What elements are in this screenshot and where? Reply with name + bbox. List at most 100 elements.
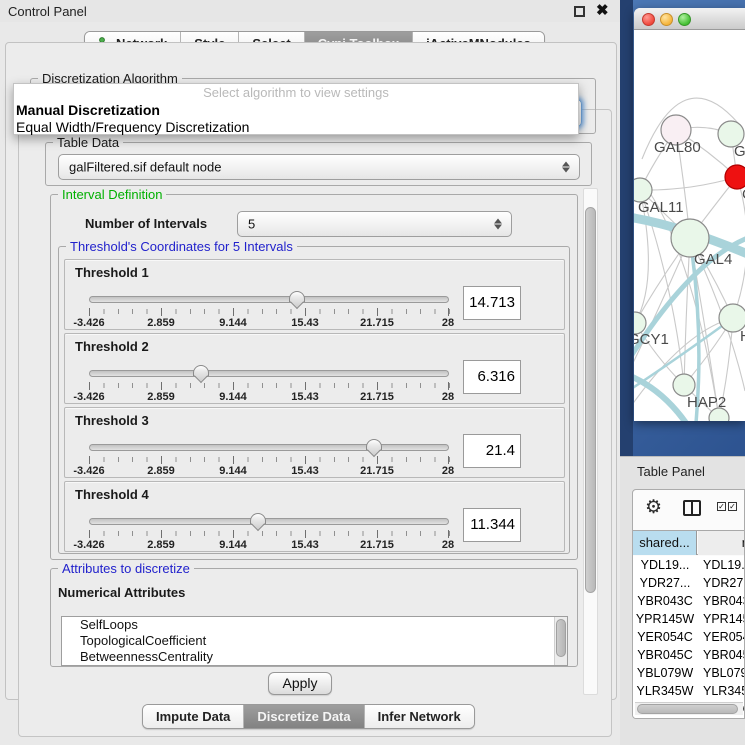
attributes-group: Attributes to discretize Numerical Attri… [50,568,578,667]
table-row[interactable]: YLR345WYLR345W [633,682,745,700]
list-item[interactable]: TopologicalCoefficient [62,633,567,649]
tab-infer-network[interactable]: Infer Network [365,705,474,728]
checkbox-icon: ✓ [728,502,737,511]
table-horizontal-scrollbar[interactable] [635,702,743,715]
axis-label: 15.43 [291,317,319,329]
threshold-4-value-field[interactable]: 11.344 [463,508,521,542]
threshold-1-value-field[interactable]: 14.713 [463,286,521,320]
close-traffic-light-icon[interactable] [642,13,655,26]
table-data-combobox[interactable]: galFiltered.sif default node [58,154,580,180]
axis-label: -3.426 [73,391,104,403]
threshold-3-panel: Threshold 3 -3.426 2.859 9.144 15.43 21.… [64,407,565,478]
list-item[interactable]: SelfLoops [62,617,567,633]
table-row[interactable]: YBR043CYBR043C [633,592,745,610]
axis-label: 2.859 [147,391,175,403]
threshold-2-slider[interactable]: -3.426 2.859 9.144 15.43 21.715 28 [89,364,449,404]
cyni-mode-tabs: Impute Data Discretize Data Infer Networ… [142,704,475,729]
axis-label: 15.43 [291,539,319,551]
slider-track[interactable] [89,296,449,303]
algorithm-option-equal-width[interactable]: Equal Width/Frequency Discretization [14,119,578,136]
table-row[interactable]: YDL19...YDL19... [633,556,745,574]
combo-stepper-icon [494,219,502,230]
slider-track[interactable] [89,518,449,525]
zoom-traffic-light-icon[interactable] [678,13,691,26]
close-icon[interactable]: ✖ [596,2,609,20]
numerical-attributes-list: SelfLoops TopologicalCoefficient Between… [61,616,568,666]
threshold-2-value-field[interactable]: 6.316 [463,360,521,394]
tab-discretize-data[interactable]: Discretize Data [244,705,364,728]
attributes-scrollbar-thumb[interactable] [556,619,566,657]
apply-button[interactable]: Apply [268,672,332,695]
threshold-4-label: Threshold 4 [75,487,149,502]
float-window-icon[interactable] [574,6,585,17]
table-header-row: shared... name [633,530,745,555]
table-scrollbar-thumb[interactable] [637,704,738,714]
axis-label: 9.144 [219,539,247,551]
threshold-2-slider-handle[interactable] [193,365,209,376]
threshold-2-panel: Threshold 2 -3.426 2.859 9.144 15.43 21.… [64,333,565,404]
slider-minor-ticks [89,309,450,314]
threshold-1-slider-handle[interactable] [289,291,305,302]
axis-label: 9.144 [219,465,247,477]
thresholds-group-title: Threshold's Coordinates for 5 Intervals [66,239,297,254]
split-view-icon[interactable] [683,500,701,516]
checkbox-icon: ✓ [717,502,726,511]
table-row[interactable]: YDR27...YDR27... [633,574,745,592]
axis-label: 2.859 [147,465,175,477]
attributes-list-scrollbar[interactable] [554,617,567,665]
threshold-1-slider[interactable]: -3.426 2.859 9.144 15.43 21.715 28 [89,290,449,330]
table-data-selected-value: galFiltered.sif default node [69,160,221,175]
axis-label: 21.715 [360,391,394,403]
axis-label: -3.426 [73,539,104,551]
threshold-3-slider[interactable]: -3.426 2.859 9.144 15.43 21.715 28 [89,438,449,478]
threshold-1-label: Threshold 1 [75,265,149,280]
node-label-gal11: GAL11 [638,199,684,216]
number-of-intervals-value: 5 [248,217,255,232]
table-row[interactable]: YER054CYER054C [633,628,745,646]
control-panel-titlebar: Control Panel ✖ [0,0,620,22]
slider-track[interactable] [89,370,449,377]
node-label-gcy1: GCY1 [634,331,669,348]
algorithm-option-manual[interactable]: Manual Discretization [14,102,578,119]
axis-label: -3.426 [73,317,104,329]
slider-minor-ticks [89,383,450,388]
desktop-edge [620,0,633,456]
interval-definition-title: Interval Definition [58,187,166,202]
tab-impute-data[interactable]: Impute Data [143,705,244,728]
gear-icon[interactable]: ⚙ [645,496,662,519]
node-label-gal80: GAL80 [654,139,701,156]
column-header-shared-name[interactable]: shared... [633,531,697,555]
axis-label: 15.43 [291,391,319,403]
number-of-intervals-label: Number of Intervals [85,216,207,231]
table-data-group: Table Data galFiltered.sif default node [45,142,592,186]
column-header-name[interactable]: name [698,531,745,555]
threshold-3-value-field[interactable]: 21.4 [463,434,521,468]
slider-track[interactable] [89,444,449,451]
select-columns-icon[interactable]: ✓ ✓ [717,502,737,511]
network-graph: GAL80 GA C GAL11 GAL4 GCY1 H HAP2 [634,31,745,421]
settings-scrollbar-thumb[interactable] [585,207,596,593]
table-row[interactable]: YPR145WYPR145W [633,610,745,628]
node-hap2 [673,374,695,396]
axis-label: -3.426 [73,465,104,477]
network-view-window[interactable]: GAL80 GA C GAL11 GAL4 GCY1 H HAP2 [634,8,745,421]
axis-label: 2.859 [147,317,175,329]
threshold-4-slider-handle[interactable] [250,513,266,524]
table-row[interactable]: YBR045CYBR045C [633,646,745,664]
minimize-traffic-light-icon[interactable] [660,13,673,26]
node-label-ga: GA [734,143,745,160]
attributes-group-title: Attributes to discretize [58,561,194,576]
network-canvas[interactable]: GAL80 GA C GAL11 GAL4 GCY1 H HAP2 [634,31,745,421]
combo-stepper-icon [562,162,570,173]
list-item[interactable]: BetweennessCentrality [62,649,567,665]
node-label-hap2: HAP2 [687,394,726,411]
node-label-h: H [740,328,745,345]
axis-label: 28 [442,539,454,551]
number-of-intervals-combobox[interactable]: 5 [237,211,512,237]
network-window-titlebar[interactable] [634,8,745,30]
threshold-3-slider-handle[interactable] [366,439,382,450]
table-row[interactable]: YBL079WYBL079W [633,664,745,682]
threshold-4-slider[interactable]: -3.426 2.859 9.144 15.43 21.715 28 [89,512,449,552]
axis-label: 9.144 [219,317,247,329]
settings-vertical-scrollbar[interactable] [583,188,598,695]
